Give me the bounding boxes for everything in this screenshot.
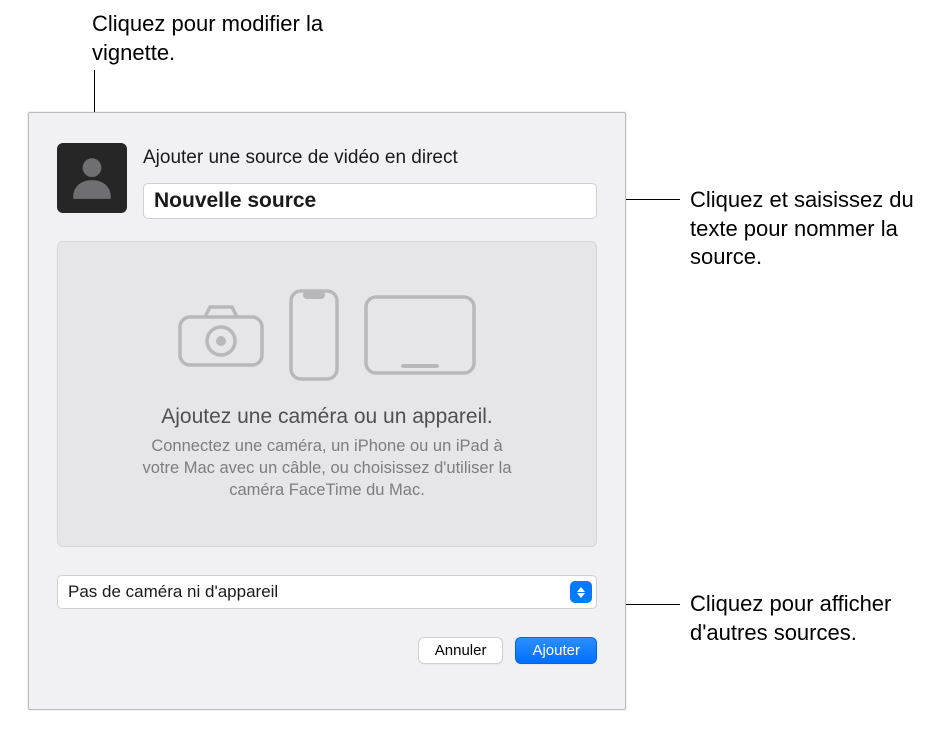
chevron-up-down-icon	[570, 581, 592, 603]
device-select[interactable]: Pas de caméra ni d'appareil	[57, 575, 597, 609]
placeholder-heading: Ajoutez une caméra ou un appareil.	[161, 405, 493, 429]
camera-icon	[175, 301, 267, 369]
device-placeholder: Ajoutez une caméra ou un appareil. Conne…	[57, 241, 597, 547]
ipad-icon	[361, 292, 479, 378]
thumbnail-button[interactable]	[57, 143, 127, 213]
add-video-source-dialog: Ajouter une source de vidéo en direct	[28, 112, 626, 710]
device-select-value: Pas de caméra ni d'appareil	[68, 582, 278, 601]
callout-thumbnail: Cliquez pour modifier la vignette.	[92, 10, 372, 67]
source-name-input[interactable]	[143, 183, 597, 219]
add-button[interactable]: Ajouter	[515, 637, 597, 664]
callout-name: Cliquez et saisissez du texte pour nomme…	[690, 186, 920, 272]
placeholder-text: Connectez une caméra, un iPhone ou un iP…	[137, 435, 517, 502]
dialog-title: Ajouter une source de vidéo en direct	[143, 147, 597, 169]
person-icon	[67, 151, 117, 206]
cancel-button[interactable]: Annuler	[418, 637, 504, 664]
callout-sources: Cliquez pour afficher d'autres sources.	[690, 590, 920, 647]
iphone-icon	[287, 287, 341, 383]
